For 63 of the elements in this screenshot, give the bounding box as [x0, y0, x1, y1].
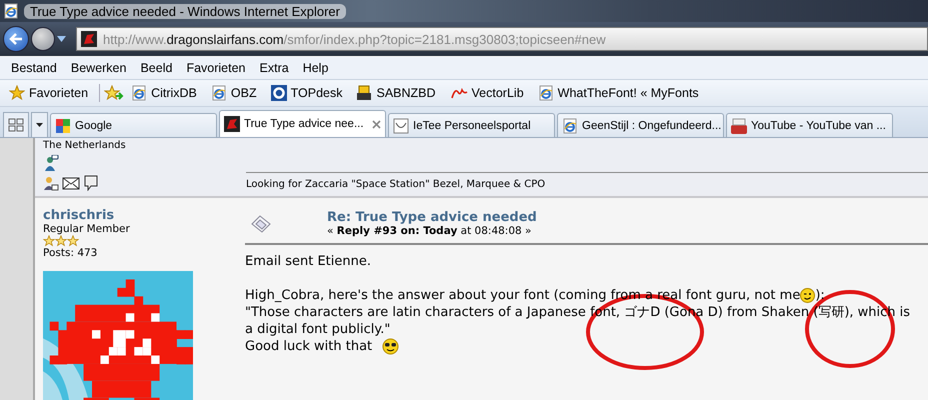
- star-icon: [67, 235, 79, 247]
- browser-e-icon: [210, 85, 227, 101]
- browser-tab[interactable]: IeTee Personeelsportal: [388, 113, 555, 137]
- window-title: True Type advice needed - Windows Internet Explorer: [24, 4, 346, 18]
- back-arrow-icon: [9, 33, 23, 45]
- dropdown-icon: [36, 123, 43, 127]
- speech-bubble-icon[interactable]: [83, 175, 99, 191]
- star-icon: [9, 85, 25, 101]
- envelope-icon[interactable]: [62, 175, 80, 191]
- message-text: a digital font publicly.": [245, 321, 390, 338]
- author-name[interactable]: chrischris: [43, 208, 245, 223]
- menu-item[interactable]: Beeld: [133, 61, 180, 75]
- menu-item[interactable]: Favorieten: [179, 61, 253, 75]
- dragon-icon: [81, 31, 97, 47]
- favorites-link[interactable]: VectorLib: [442, 86, 531, 100]
- grid-icon: [8, 118, 24, 132]
- add-favorite-icon[interactable]: [104, 85, 124, 101]
- message-text: ):: [815, 287, 825, 304]
- signature-text: Looking for Zaccaria "Space Station" Bezel, Marquee & CPO: [246, 179, 546, 190]
- star-icon: [55, 235, 67, 247]
- tab-list-button[interactable]: [31, 112, 48, 137]
- location-text: The Netherlands: [43, 140, 127, 151]
- dragon-icon: [224, 116, 240, 132]
- member-rank: Regular Member: [43, 223, 131, 235]
- dropdown-icon[interactable]: [57, 36, 66, 42]
- close-icon[interactable]: [372, 120, 381, 128]
- favorites-link[interactable]: OBZ: [204, 85, 264, 101]
- post-icon: [250, 214, 272, 234]
- forward-button[interactable]: [31, 27, 55, 51]
- person-icon: [43, 155, 59, 171]
- tv-icon: [731, 118, 747, 134]
- browser-e-icon: [538, 85, 554, 101]
- menu-item[interactable]: Extra: [252, 61, 296, 75]
- browser-e-icon: [131, 85, 148, 101]
- favorites-link[interactable]: CitrixDB: [124, 85, 204, 101]
- ring-icon: [270, 85, 287, 101]
- menu-item[interactable]: Bewerken: [64, 61, 134, 75]
- favorites-link[interactable]: TOPdesk: [264, 85, 350, 101]
- page-icon: [393, 118, 409, 134]
- browser-e-icon: [562, 118, 578, 134]
- address-field[interactable]: http://www.dragonslairfans.com/smfor/index.php?topic=2181.msg30803;topicseen#new: [76, 27, 928, 51]
- favorites-link[interactable]: WhatTheFont! « MyFonts: [530, 85, 706, 101]
- profile-icon[interactable]: [43, 175, 59, 191]
- message-text: Good luck with that: [245, 338, 372, 355]
- favorites-link[interactable]: SABNZBD: [349, 85, 443, 101]
- message-text: Email sent Etienne.: [245, 253, 371, 270]
- back-button[interactable]: [3, 26, 29, 52]
- browser-tab[interactable]: YouTube - YouTube van ...: [726, 113, 893, 137]
- star-icon: [43, 235, 55, 247]
- browser-tab[interactable]: Google: [50, 113, 217, 137]
- post-subject[interactable]: Re: True Type advice needed: [327, 210, 537, 225]
- quick-tabs-button[interactable]: [3, 112, 29, 137]
- script-icon: [450, 86, 468, 100]
- tiles-icon: [55, 118, 71, 134]
- browser-tab[interactable]: True Type advice nee...: [219, 110, 386, 137]
- browser-logo-icon: [3, 3, 19, 19]
- favorites-button[interactable]: Favorieten: [2, 85, 96, 101]
- post-count: Posts: 473: [43, 247, 98, 259]
- menu-item[interactable]: Help: [296, 61, 336, 75]
- browser-tab[interactable]: GeenStijl : Ongefundeerd...: [557, 113, 724, 137]
- reply-info: « Reply #93 on: Today at 08:48:08 »: [327, 225, 532, 237]
- menu-item[interactable]: Bestand: [4, 61, 64, 75]
- box-icon: [356, 85, 372, 101]
